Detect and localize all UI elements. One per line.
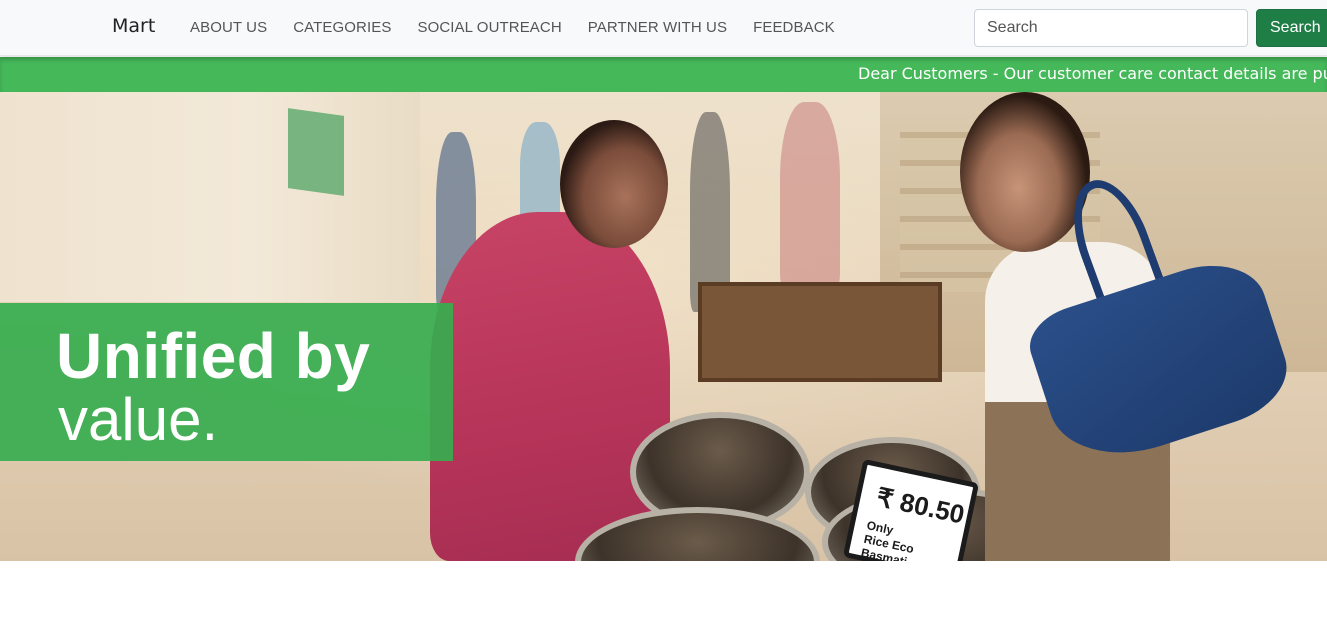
top-navbar: Mart ABOUT US CATEGORIES SOCIAL OUTREACH… — [0, 0, 1327, 56]
hero-shopper-left — [430, 212, 670, 561]
nav-link-partner-with-us[interactable]: PARTNER WITH US — [588, 19, 727, 36]
hero-shopper-right-head — [960, 92, 1090, 252]
hero-banner[interactable]: ₹ 80.50 Only Rice Eco Basmati Unified by… — [0, 92, 1327, 561]
nav-link-about-us[interactable]: ABOUT US — [190, 19, 267, 36]
announcement-text: Dear Customers - Our customer care conta… — [858, 64, 1327, 83]
hero-headline: Unified by — [56, 320, 371, 392]
nav-link-social-outreach[interactable]: SOCIAL OUTREACH — [417, 19, 561, 36]
hero-background-shopper — [780, 102, 840, 292]
hero-subline: value. — [58, 386, 219, 453]
announcement-banner: Dear Customers - Our customer care conta… — [0, 57, 1327, 92]
search-input[interactable] — [974, 9, 1248, 47]
hero-wooden-crate — [698, 282, 942, 382]
hero-shopper-left-head — [560, 120, 668, 248]
nav-link-categories[interactable]: CATEGORIES — [293, 19, 391, 36]
brand-logo-link[interactable]: Mart — [112, 15, 155, 37]
hero-store-sign — [288, 108, 344, 196]
hero-store-background — [0, 92, 420, 302]
nav-links: ABOUT US CATEGORIES SOCIAL OUTREACH PART… — [190, 19, 861, 36]
price-tag-product: Rice Eco Basmati — [859, 531, 916, 561]
search-button[interactable]: Search — [1256, 9, 1327, 47]
nav-link-feedback[interactable]: FEEDBACK — [753, 19, 835, 36]
